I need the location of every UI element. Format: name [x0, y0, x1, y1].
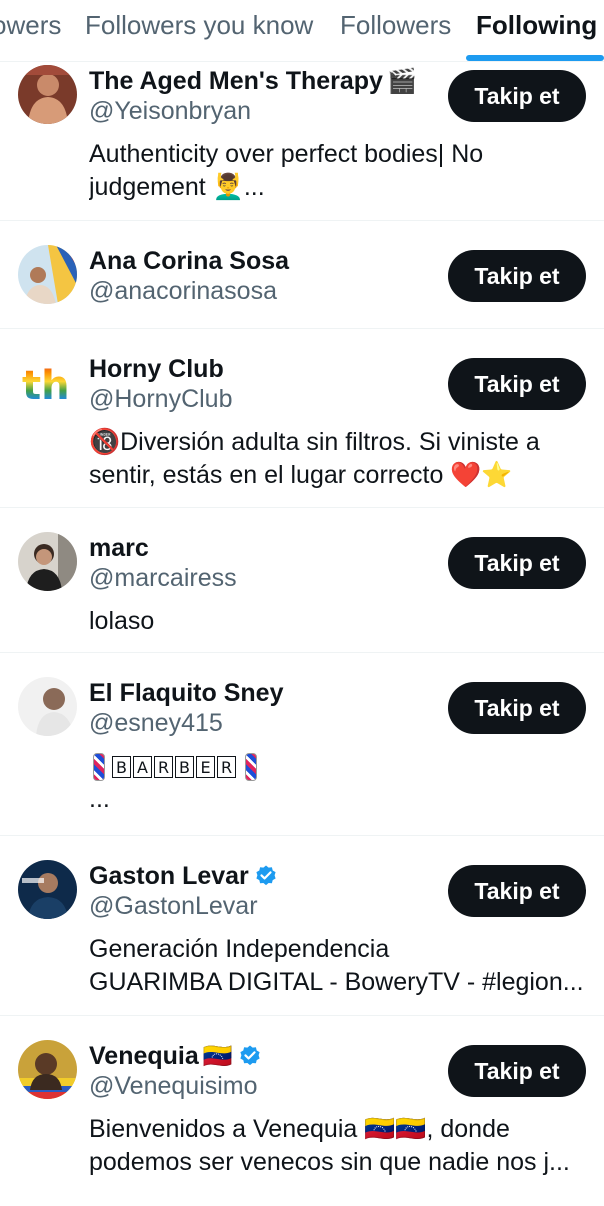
user-bio: 🔞Diversión adulta sin filtros. Si vinist…: [89, 426, 589, 492]
display-name: Ana Corina Sosa: [89, 246, 290, 275]
display-name: Venequia: [89, 1041, 199, 1070]
tab-bar: owers Followers you know Followers Follo…: [0, 0, 604, 62]
active-tab-indicator: [466, 55, 604, 61]
user-bio: Authenticity over perfect bodies| No jud…: [89, 138, 589, 204]
follow-button[interactable]: Takip et: [448, 250, 586, 302]
display-name-line: marc: [89, 531, 149, 565]
venezuela-flag-icon: 🇻🇪: [202, 1042, 233, 1070]
user-row-gastonlevar[interactable]: Gaston Levar @GastonLevar Generación Ind…: [0, 836, 604, 1016]
following-list: The Aged Men's Therapy 🎬 @Yeisonbryan Au…: [0, 61, 604, 1206]
follow-button[interactable]: Takip et: [448, 682, 586, 734]
user-handle: @GastonLevar: [89, 892, 258, 920]
clapperboard-icon: 🎬: [386, 67, 417, 95]
bio-line: judgement 💆‍♂️...: [89, 173, 265, 201]
bio-line: Bienvenidos a Venequia 🇻🇪🇻🇪, donde: [89, 1115, 510, 1143]
follow-button[interactable]: Takip et: [448, 70, 586, 122]
verified-badge-icon: [240, 1045, 260, 1066]
bio-line: Authenticity over perfect bodies| No: [89, 140, 484, 168]
svg-text:th: th: [22, 363, 70, 409]
follow-button[interactable]: Takip et: [448, 865, 586, 917]
tab-followers-you-know[interactable]: Followers you know: [85, 0, 313, 50]
letter-box: R: [154, 756, 173, 779]
avatar[interactable]: th: [18, 353, 77, 412]
bio-line: Generación Independencia: [89, 935, 390, 963]
user-handle: @anacorinasosa: [89, 277, 277, 305]
letter-box: B: [175, 756, 194, 779]
display-name: marc: [89, 533, 149, 562]
display-name: Horny Club: [89, 354, 224, 383]
user-handle: @marcairess: [89, 564, 237, 592]
display-name: The Aged Men's Therapy: [89, 66, 383, 95]
user-row-anacorinasosa[interactable]: Ana Corina Sosa @anacorinasosa Takip et: [0, 221, 604, 329]
bio-line: sentir, estás en el lugar correcto ❤️⭐: [89, 461, 513, 489]
display-name-line: Horny Club: [89, 352, 224, 386]
tab-followers-partial[interactable]: owers: [0, 0, 61, 50]
verified-badge-icon: [256, 865, 276, 886]
display-name-line: The Aged Men's Therapy 🎬: [89, 64, 417, 98]
user-bio: BARBER ...: [89, 750, 589, 816]
user-row-marcairess[interactable]: marc @marcairess lolaso Takip et: [0, 508, 604, 653]
user-handle: @HornyClub: [89, 385, 233, 413]
user-bio: Bienvenidos a Venequia 🇻🇪🇻🇪, donde podem…: [89, 1113, 589, 1179]
user-bio: lolaso: [89, 605, 589, 638]
bio-line: ...: [89, 785, 110, 813]
avatar[interactable]: [18, 860, 77, 919]
avatar[interactable]: [18, 532, 77, 591]
follow-button[interactable]: Takip et: [448, 358, 586, 410]
tab-following[interactable]: Following: [476, 0, 597, 50]
display-name-line: Ana Corina Sosa: [89, 244, 289, 278]
user-handle: @esney415: [89, 709, 223, 737]
avatar[interactable]: [18, 245, 77, 304]
barber-pole-icon: [245, 753, 257, 782]
avatar[interactable]: [18, 65, 77, 124]
avatar[interactable]: [18, 1040, 77, 1099]
user-handle: @Venequisimo: [89, 1072, 258, 1100]
user-row-venequisimo[interactable]: Venequia 🇻🇪 @Venequisimo Bienvenidos a V…: [0, 1016, 604, 1206]
bio-line: 🔞Diversión adulta sin filtros. Si vinist…: [89, 428, 540, 456]
letter-box: A: [133, 756, 152, 779]
user-row-yeisonbryan[interactable]: The Aged Men's Therapy 🎬 @Yeisonbryan Au…: [0, 61, 604, 221]
follow-button[interactable]: Takip et: [448, 537, 586, 589]
bio-line: lolaso: [89, 607, 155, 635]
display-name: Gaston Levar: [89, 861, 249, 890]
follow-button[interactable]: Takip et: [448, 1045, 586, 1097]
avatar[interactable]: [18, 677, 77, 736]
bio-line: podemos ser venecos sin que nadie nos j.…: [89, 1148, 570, 1176]
tab-followers[interactable]: Followers: [340, 0, 451, 50]
user-bio: Generación Independencia GUARIMBA DIGITA…: [89, 933, 589, 999]
display-name-line: Venequia 🇻🇪: [89, 1039, 262, 1073]
bio-line: GUARIMBA DIGITAL - BoweryTV - #legion...: [89, 968, 584, 996]
letter-box: B: [112, 756, 131, 779]
barber-letters: BARBER: [112, 756, 238, 779]
barber-pole-icon: [93, 753, 105, 782]
user-row-esney415[interactable]: El Flaquito Sney @esney415 BARBER ... Ta…: [0, 653, 604, 836]
user-row-hornyclub[interactable]: th Horny Club @HornyClub 🔞Diversión adul…: [0, 329, 604, 508]
user-handle: @Yeisonbryan: [89, 97, 252, 125]
display-name: El Flaquito Sney: [89, 678, 284, 707]
letter-box: R: [217, 756, 236, 779]
display-name-line: Gaston Levar: [89, 859, 278, 893]
display-name-line: El Flaquito Sney: [89, 676, 283, 710]
letter-box: E: [196, 756, 215, 779]
bio-line-barber: BARBER: [89, 750, 589, 783]
